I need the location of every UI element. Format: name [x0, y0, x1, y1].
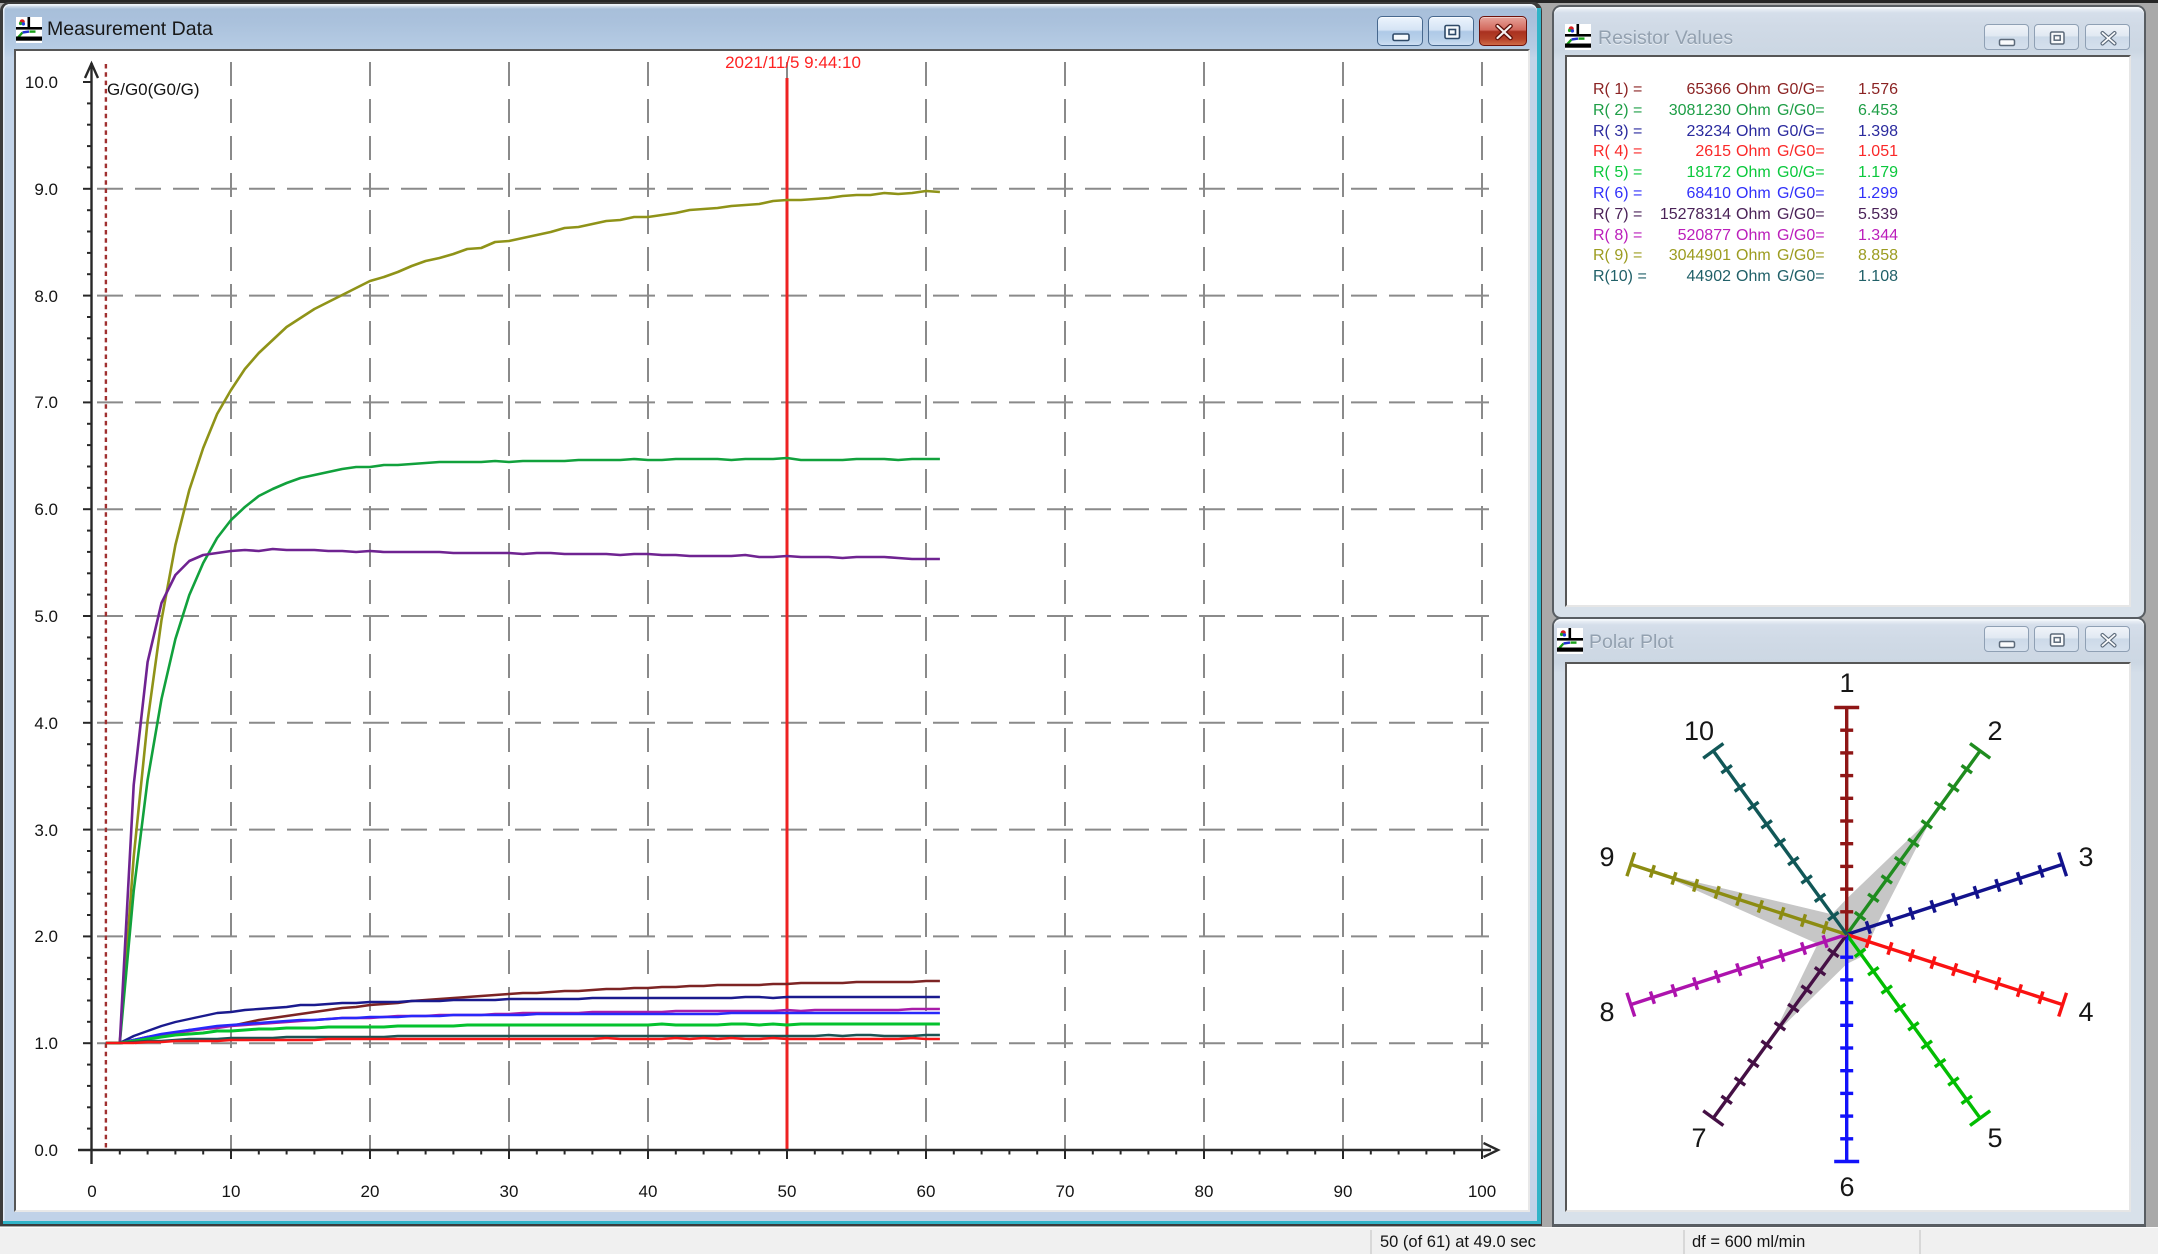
svg-text:80: 80: [1195, 1182, 1214, 1201]
svg-text:2.0: 2.0: [34, 927, 58, 946]
svg-text:6.0: 6.0: [34, 500, 58, 519]
svg-text:4.0: 4.0: [34, 714, 58, 733]
svg-text:8: 8: [1599, 997, 1614, 1027]
svg-text:1: 1: [1839, 668, 1854, 698]
svg-text:9.0: 9.0: [34, 180, 58, 199]
svg-text:1.0: 1.0: [34, 1034, 58, 1053]
svg-text:70: 70: [1056, 1182, 1075, 1201]
svg-text:5: 5: [1987, 1123, 2002, 1153]
svg-text:5.0: 5.0: [34, 607, 58, 626]
svg-text:8.0: 8.0: [34, 287, 58, 306]
svg-text:10: 10: [1684, 716, 1714, 746]
svg-text:G/G0(G0/G): G/G0(G0/G): [107, 80, 200, 99]
svg-text:10: 10: [222, 1182, 241, 1201]
svg-text:40: 40: [639, 1182, 658, 1201]
svg-text:9: 9: [1599, 842, 1614, 872]
svg-text:30: 30: [500, 1182, 519, 1201]
svg-text:0: 0: [87, 1182, 96, 1201]
svg-text:50: 50: [778, 1182, 797, 1201]
svg-text:2021/11/5 9:44:10: 2021/11/5 9:44:10: [725, 53, 861, 72]
svg-text:2: 2: [1987, 716, 2002, 746]
svg-text:60: 60: [917, 1182, 936, 1201]
svg-text:7: 7: [1691, 1123, 1706, 1153]
svg-text:20: 20: [361, 1182, 380, 1201]
svg-text:0.0: 0.0: [34, 1141, 58, 1160]
svg-text:3: 3: [2078, 842, 2093, 872]
svg-text:100: 100: [1468, 1182, 1496, 1201]
svg-text:4: 4: [2078, 997, 2093, 1027]
svg-text:7.0: 7.0: [34, 393, 58, 412]
svg-text:3.0: 3.0: [34, 821, 58, 840]
svg-text:6: 6: [1839, 1172, 1854, 1202]
svg-text:90: 90: [1334, 1182, 1353, 1201]
svg-text:10.0: 10.0: [25, 73, 58, 92]
